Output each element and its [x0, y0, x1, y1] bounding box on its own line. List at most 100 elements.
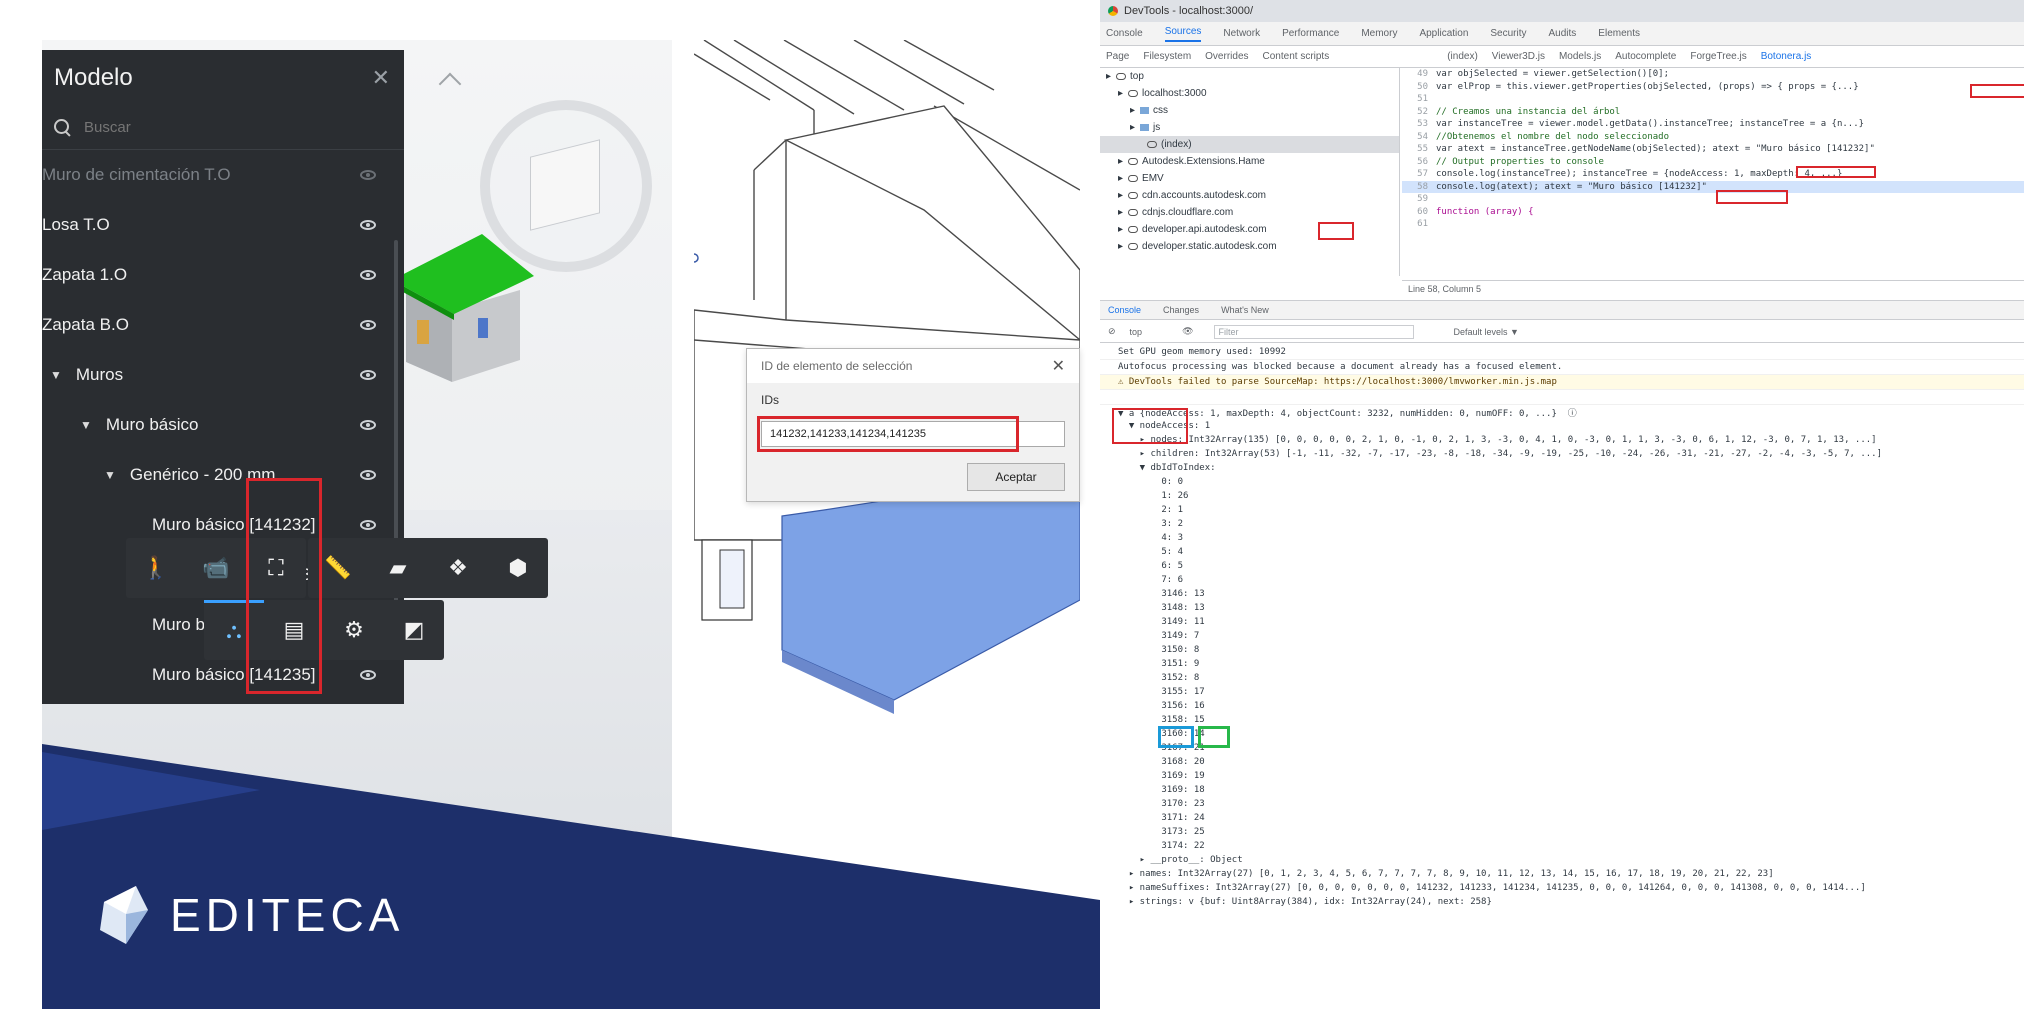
console-message[interactable]: 3156: 16	[1100, 699, 2024, 713]
navigator-tab[interactable]: Page	[1106, 51, 1129, 62]
console-message[interactable]: Set GPU geom memory used: 10992	[1100, 345, 2024, 360]
line-number[interactable]: 56	[1402, 157, 1428, 167]
console-message[interactable]: ▼ nodeAccess: 1	[1100, 419, 2024, 433]
line-number[interactable]: 52	[1402, 107, 1428, 117]
console-message[interactable]: 3158: 15	[1100, 713, 2024, 727]
code-line[interactable]: 56 // Output properties to console	[1402, 156, 2024, 169]
console-message[interactable]: 3: 2	[1100, 517, 2024, 531]
code-line[interactable]: 61	[1402, 218, 2024, 231]
tree-item[interactable]: ▼ Genérico - 200 mm	[42, 450, 404, 500]
line-number[interactable]: 51	[1402, 94, 1428, 104]
console-message[interactable]: ▸ __proto__: Object	[1100, 853, 2024, 867]
console-message[interactable]: 1: 26	[1100, 489, 2024, 503]
console-message[interactable]: 5: 4	[1100, 545, 2024, 559]
caret-down-icon[interactable]: ▼	[104, 468, 116, 482]
console-message[interactable]: 3173: 25	[1100, 825, 2024, 839]
line-number[interactable]: 57	[1402, 169, 1428, 179]
caret-down-icon[interactable]: ▼	[80, 418, 92, 432]
line-number[interactable]: 49	[1402, 69, 1428, 79]
navigator-item[interactable]: ▸ top	[1100, 68, 1399, 85]
line-number[interactable]: 59	[1402, 194, 1428, 204]
code-editor[interactable]: 49 var objSelected = viewer.getSelection(…	[1402, 68, 2024, 276]
caret-right-icon[interactable]: ▸	[1118, 173, 1123, 184]
console-message[interactable]: 3168: 20	[1100, 755, 2024, 769]
editor-file-tab[interactable]: Models.js	[1559, 51, 1601, 62]
console-message[interactable]: 0: 0	[1100, 475, 2024, 489]
console-message[interactable]: 3150: 8	[1100, 643, 2024, 657]
tree-item[interactable]: Zapata B.O	[42, 300, 404, 350]
console-message[interactable]: ▸ nameSuffixes: Int32Array(27) [0, 0, 0,…	[1100, 881, 2024, 895]
visibility-eye-icon[interactable]	[360, 170, 376, 180]
navigator-item[interactable]: ▸ localhost:3000	[1100, 85, 1399, 102]
navigator-item[interactable]: ▸ cdn.accounts.autodesk.com	[1100, 187, 1399, 204]
navigator-item[interactable]: ▸ developer.static.autodesk.com	[1100, 238, 1399, 255]
clear-console-icon[interactable]: ⊘	[1108, 326, 1116, 337]
caret-right-icon[interactable]: ▸	[1118, 224, 1123, 235]
console-message[interactable]: ▸ strings: v {buf: Uint8Array(384), idx:…	[1100, 895, 2024, 909]
devtools-window[interactable]: DevTools - localhost:3000/ Console Source…	[1100, 0, 2024, 1009]
tree-item[interactable]: Muro de cimentación T.O	[42, 150, 404, 200]
console-message[interactable]: 3149: 11	[1100, 615, 2024, 629]
editor-file-tab[interactable]: Autocomplete	[1615, 51, 1676, 62]
editor-file-tab[interactable]: (index)	[1447, 51, 1478, 62]
code-line[interactable]: 60 function (array) {	[1402, 206, 2024, 219]
layers-button[interactable]: ⬢	[488, 538, 548, 598]
editor-file-tab[interactable]: ForgeTree.js	[1690, 51, 1746, 62]
line-number[interactable]: 53	[1402, 119, 1428, 129]
console-message[interactable]: 3169: 19	[1100, 769, 2024, 783]
visibility-eye-icon[interactable]	[360, 520, 376, 530]
tree-item[interactable]: ▼ Muros	[42, 350, 404, 400]
navigator-tab[interactable]: Filesystem	[1143, 51, 1191, 62]
devtools-tab[interactable]: Sources	[1164, 26, 1202, 42]
devtools-tab[interactable]: Elements	[1598, 28, 1640, 39]
navigator-item[interactable]: ▸ developer.api.autodesk.com	[1100, 221, 1399, 238]
navigator-item[interactable]: ▸ cdnjs.cloudflare.com	[1100, 204, 1399, 221]
model-search[interactable]	[42, 106, 404, 150]
code-line[interactable]: 58 console.log(atext); atext = "Muro bás…	[1402, 180, 2024, 193]
devtools-tab[interactable]: Performance	[1282, 28, 1339, 39]
tree-item[interactable]: ▼ Muro básico	[42, 400, 404, 450]
line-number[interactable]: 61	[1402, 219, 1428, 229]
console-filter[interactable]: Filter	[1213, 324, 1414, 339]
close-icon[interactable]: ✕	[372, 65, 390, 91]
settings-button[interactable]: ⚙	[324, 600, 384, 660]
accept-button[interactable]: Aceptar	[967, 463, 1065, 491]
console-message[interactable]: 6: 5	[1100, 559, 2024, 573]
selection-id-dialog[interactable]: ID de elemento de selección ✕ IDs 141232…	[746, 348, 1080, 502]
line-number[interactable]: 60	[1402, 207, 1428, 217]
visibility-eye-icon[interactable]	[360, 370, 376, 380]
line-number[interactable]: 55	[1402, 144, 1428, 154]
caret-right-icon[interactable]: ▸	[1106, 71, 1111, 82]
caret-down-icon[interactable]: ▼	[50, 368, 62, 382]
console-message[interactable]: 3171: 24	[1100, 811, 2024, 825]
console-message[interactable]: ▸ names: Int32Array(27) [0, 1, 2, 3, 4, …	[1100, 867, 2024, 881]
console-message[interactable]: 3170: 23	[1100, 797, 2024, 811]
tree-item[interactable]: Zapata 1.O	[42, 250, 404, 300]
console-message[interactable]: ▸ nodes: Int32Array(135) [0, 0, 0, 0, 0,…	[1100, 433, 2024, 447]
code-line[interactable]: 55 var atext = instanceTree.getNodeName(…	[1402, 143, 2024, 156]
code-line[interactable]: 54 //Obtenemos el nombre del nodo selecc…	[1402, 131, 2024, 144]
explode-button[interactable]: ❖	[428, 538, 488, 598]
eye-icon[interactable]: 👁	[1182, 326, 1193, 337]
devtools-tab[interactable]: Audits	[1549, 28, 1577, 39]
caret-right-icon[interactable]: ▸	[1118, 241, 1123, 252]
devtools-tab[interactable]: Console	[1106, 28, 1143, 39]
console-message[interactable]: 3169: 18	[1100, 783, 2024, 797]
console-message[interactable]: 7: 6	[1100, 573, 2024, 587]
console-message[interactable]: ⚠ DevTools failed to parse SourceMap: ht…	[1100, 375, 2024, 390]
console-message[interactable]: 3174: 22	[1100, 839, 2024, 853]
navigator-item[interactable]: ▸ js	[1100, 119, 1399, 136]
code-line[interactable]: 51	[1402, 93, 2024, 106]
context-selector[interactable]: top	[1130, 327, 1143, 337]
line-number[interactable]: 50	[1402, 82, 1428, 92]
caret-right-icon[interactable]: ▸	[1118, 190, 1123, 201]
navigator-item[interactable]: (index)	[1100, 136, 1399, 153]
code-line[interactable]: 57 console.log(instanceTree); instanceTr…	[1402, 168, 2024, 181]
fullscreen-button[interactable]: ◩	[384, 600, 444, 660]
navigator-tab[interactable]: Content scripts	[1263, 51, 1330, 62]
console-output[interactable]: Set GPU geom memory used: 10992 Autofocus…	[1100, 345, 2024, 1009]
sources-navigator[interactable]: ▸ top ▸ localhost:3000 ▸ css ▸ js (index) ▸ Autode…	[1100, 68, 1400, 276]
devtools-tab[interactable]: Security	[1490, 28, 1526, 39]
caret-right-icon[interactable]: ▸	[1118, 207, 1123, 218]
first-person-button[interactable]: 🚶	[126, 538, 186, 598]
